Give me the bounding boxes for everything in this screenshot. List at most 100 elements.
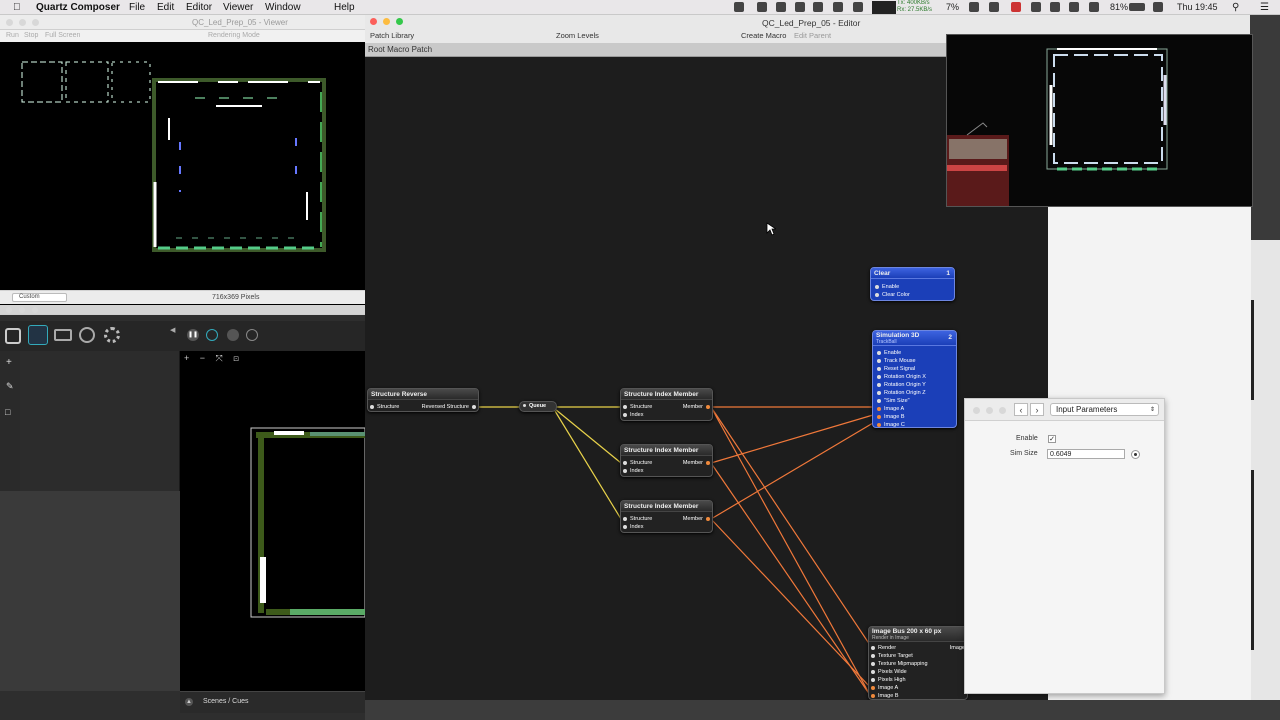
refresh-icon[interactable]: [246, 329, 258, 341]
wifi-icon[interactable]: [1069, 2, 1079, 12]
port-reset-signal[interactable]: Reset Signal: [877, 366, 915, 372]
preview-controls-icon[interactable]: + − ⤧ ⊡: [184, 353, 243, 364]
gear-icon[interactable]: [104, 327, 120, 343]
port-texture-mipmapping[interactable]: Texture Mipmapping: [871, 661, 928, 667]
port-reversed-structure-out[interactable]: Reversed Structure: [422, 404, 476, 410]
dropbox-alt-icon[interactable]: [776, 2, 786, 12]
patch-simulation-3d[interactable]: Simulation 3D TrackBall 2 Enable Track M…: [872, 330, 957, 428]
light-lower-panel[interactable]: [0, 491, 180, 691]
clock[interactable]: Thu 19:45: [1177, 1, 1218, 14]
port-rotation-origin-x[interactable]: Rotation Origin X: [877, 374, 926, 380]
apple-menu-icon[interactable]: : [13, 1, 21, 14]
patch-structure-index-member-1[interactable]: Structure Index Member Structure Index M…: [620, 388, 713, 421]
menu-edit[interactable]: Edit: [157, 1, 174, 14]
port-rotation-origin-y[interactable]: Rotation Origin Y: [877, 382, 926, 388]
port-member-out[interactable]: Member: [683, 460, 710, 466]
port-track-mouse[interactable]: Track Mouse: [877, 358, 916, 364]
fullscreen-button[interactable]: Full Screen: [45, 32, 80, 39]
pen-icon[interactable]: ✎: [6, 381, 14, 392]
add-icon[interactable]: +: [6, 357, 12, 368]
enable-checkbox[interactable]: ✓: [1048, 435, 1056, 443]
menu-window[interactable]: Window: [265, 1, 301, 14]
minimize-icon[interactable]: [986, 407, 993, 414]
bulb-icon[interactable]: [28, 325, 48, 345]
port-enable[interactable]: Enable: [875, 284, 899, 290]
collapse-icon[interactable]: ◀: [170, 326, 175, 334]
dropbox-icon[interactable]: [757, 2, 767, 12]
port-structure-in[interactable]: Structure: [623, 460, 652, 466]
run-button[interactable]: Run: [6, 32, 19, 39]
port-image-a[interactable]: Image A: [871, 685, 898, 691]
menu-viewer[interactable]: Viewer: [223, 1, 253, 14]
patch-structure-reverse[interactable]: Structure Reverse Structure Reversed Str…: [367, 388, 479, 412]
spotlight-icon[interactable]: ⚲: [1232, 1, 1239, 14]
zoom-icon[interactable]: [32, 307, 38, 313]
menu-help[interactable]: Help: [334, 1, 355, 14]
play-icon[interactable]: [813, 2, 823, 12]
bluetooth-icon[interactable]: [1050, 2, 1060, 12]
record-icon[interactable]: [1011, 2, 1021, 12]
port-image-a[interactable]: Image A: [877, 406, 904, 412]
minimize-icon[interactable]: [19, 307, 25, 313]
port-image-out[interactable]: Image: [950, 645, 965, 651]
port-pixels-high[interactable]: Pixels High: [871, 677, 906, 683]
inspector-mode-select[interactable]: Input Parameters ⇕: [1050, 403, 1159, 416]
console-icon[interactable]: [54, 329, 72, 341]
close-icon[interactable]: [6, 307, 12, 313]
close-icon[interactable]: [973, 407, 980, 414]
port-image-b[interactable]: Image B: [871, 693, 898, 699]
keyboard-icon[interactable]: [1153, 2, 1163, 12]
step-icon[interactable]: [227, 329, 239, 341]
pause-icon[interactable]: ❚❚: [187, 329, 199, 341]
close-icon[interactable]: [6, 19, 13, 26]
menu-file[interactable]: File: [129, 1, 145, 14]
port-enable[interactable]: Enable: [877, 350, 901, 356]
port-member-out[interactable]: Member: [683, 404, 710, 410]
scenes-cues-label[interactable]: Scenes / Cues: [203, 698, 249, 705]
info-icon[interactable]: [206, 329, 218, 341]
port-pixels-wide[interactable]: Pixels Wide: [871, 669, 907, 675]
port-member-out[interactable]: Member: [683, 516, 710, 522]
port-index-in[interactable]: Index: [623, 524, 643, 530]
plugin-icon[interactable]: [853, 2, 863, 12]
port-index-in[interactable]: Index: [623, 412, 643, 418]
maps-icon[interactable]: [833, 2, 843, 12]
light-list-panel[interactable]: [20, 351, 180, 491]
person-icon[interactable]: [795, 2, 805, 12]
scenes-toggle-icon[interactable]: ▲: [185, 698, 193, 706]
port-image-c[interactable]: Image C: [877, 422, 905, 428]
port-rotation-origin-z[interactable]: Rotation Origin Z: [877, 390, 926, 396]
size-select[interactable]: Custom: [12, 293, 67, 302]
battery-icon[interactable]: [1129, 3, 1145, 11]
port-structure-in[interactable]: Structure: [623, 516, 652, 522]
port-render[interactable]: Render: [871, 645, 896, 651]
port-sim-size[interactable]: "Sim Size": [877, 398, 910, 404]
sim-size-knob[interactable]: [1131, 450, 1140, 459]
notification-center-icon[interactable]: ☰: [1260, 1, 1269, 14]
sync-icon[interactable]: [1031, 2, 1041, 12]
screen-icon[interactable]: [734, 2, 744, 12]
port-image-b[interactable]: Image B: [877, 414, 904, 420]
patch-structure-index-member-2[interactable]: Structure Index Member Structure Index M…: [620, 444, 713, 477]
patch-structure-index-member-3[interactable]: Structure Index Member Structure Index M…: [620, 500, 713, 533]
forward-button[interactable]: ›: [1030, 403, 1044, 416]
chrome-icon[interactable]: [969, 2, 979, 12]
back-button[interactable]: ‹: [1014, 403, 1028, 416]
sim-size-field[interactable]: 0.6049: [1047, 449, 1125, 459]
port-clear-color[interactable]: Clear Color: [875, 292, 910, 298]
port-structure-in[interactable]: Structure: [370, 404, 399, 410]
patch-queue[interactable]: Queue: [519, 401, 557, 412]
port-texture-target[interactable]: Texture Target: [871, 653, 913, 659]
port-structure-in[interactable]: Structure: [623, 404, 652, 410]
viewer-canvas[interactable]: [0, 42, 365, 290]
menu-editor[interactable]: Editor: [186, 1, 212, 14]
fixture-icon[interactable]: [5, 328, 21, 344]
light-preview-panel[interactable]: + − ⤧ ⊡: [180, 351, 365, 691]
zoom-icon[interactable]: [999, 407, 1006, 414]
import-icon[interactable]: □: [5, 407, 10, 417]
volume-icon[interactable]: [1089, 2, 1099, 12]
palette-icon[interactable]: [79, 327, 95, 343]
patch-image-bus[interactable]: Image Bus 200 x 60 px Render in Image Im…: [868, 626, 968, 700]
app-menu[interactable]: Quartz Composer: [36, 1, 120, 14]
port-index-in[interactable]: Index: [623, 468, 643, 474]
